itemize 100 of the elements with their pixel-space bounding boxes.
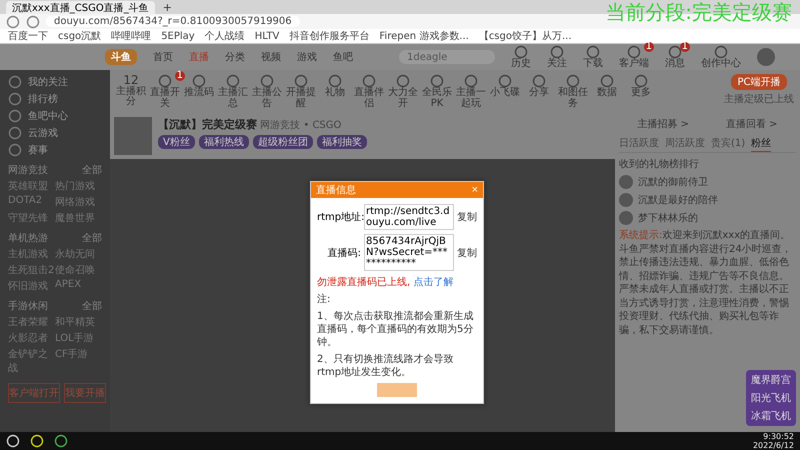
nav-link[interactable]: 直播 [189, 50, 209, 64]
bookmark[interactable]: 【csgo饺子】从万... [478, 29, 572, 43]
bookmark[interactable]: 哔哩哔哩 [111, 29, 152, 43]
browser-tab[interactable]: 沉默xxx直播_CSGO直播_斗鱼 [6, 1, 155, 14]
game-link[interactable]: 热门游戏 [55, 179, 102, 193]
game-link[interactable]: 和平精英 [55, 315, 102, 329]
sidebar-button[interactable]: 客户端打开 [8, 383, 60, 403]
more-link[interactable]: 全部 [82, 163, 102, 177]
game-link[interactable]: 金铲铲之战 [8, 347, 55, 375]
tool-label[interactable]: 全民乐PK [422, 88, 452, 109]
bookmark[interactable]: 抖音创作服务平台 [289, 29, 370, 43]
close-button[interactable]: × [472, 183, 478, 197]
field-label: rtmp地址: [317, 210, 361, 224]
sidebar-item[interactable]: 赛事 [28, 142, 48, 156]
tool-label[interactable]: 大力全开 [388, 88, 418, 109]
rank-tab[interactable]: 粉丝 [751, 135, 772, 152]
bookmark[interactable]: csgo沉默 [58, 29, 102, 43]
sidebar-item[interactable]: 鱼吧中心 [28, 108, 68, 122]
tool-label[interactable]: 直播开关 [150, 88, 180, 109]
bookmark[interactable]: 个人战绩 [204, 29, 245, 43]
copy-link[interactable]: 复制 [457, 210, 477, 224]
site-logo[interactable]: 斗鱼 [105, 49, 137, 65]
room-tag[interactable]: 超级粉丝团 [252, 135, 313, 149]
nav-link[interactable]: 游戏 [297, 50, 317, 64]
section-title: 网游竞技 [8, 164, 48, 177]
game-link[interactable]: 英雄联盟 [8, 179, 55, 193]
game-link[interactable]: CF手游 [55, 347, 102, 375]
nav-link[interactable]: 鱼吧 [333, 50, 353, 64]
input-field[interactable]: rtmp://sendtc3.douyu.com/live [364, 204, 454, 230]
sidebar-item[interactable]: 我的关注 [28, 74, 68, 88]
copy-link[interactable]: 复制 [457, 246, 477, 260]
rank-tab[interactable]: 周活跃度 [665, 135, 705, 152]
room-tag[interactable]: V粉丝 [158, 135, 195, 149]
room-thumbnail [114, 117, 152, 155]
start-stream-button[interactable]: PC端开播 [731, 74, 786, 90]
panel-link[interactable]: 直播回看 > [726, 117, 778, 131]
section-title: 手游休闲 [8, 300, 48, 313]
tool-label[interactable]: 直播伴侣 [354, 88, 384, 109]
room-category: 网游竞技 • CSGO [260, 120, 342, 131]
game-link[interactable]: 守望先锋 [8, 211, 55, 225]
bookmark[interactable]: Firepen 游戏参数... [379, 29, 469, 43]
sidebar-item[interactable]: 云游戏 [28, 126, 58, 140]
tool-label[interactable]: 更多 [631, 88, 651, 98]
rank-tab[interactable]: 贵宾(1) [711, 135, 746, 152]
tool-label[interactable]: 主播一起玩 [456, 88, 486, 109]
game-link[interactable]: 主机游戏 [8, 247, 55, 261]
avatar[interactable] [757, 48, 775, 66]
nav-link[interactable]: 分类 [225, 50, 245, 64]
tool-label[interactable]: 历史 [511, 59, 531, 69]
tool-label[interactable]: 主播汇总 [218, 88, 248, 109]
game-link[interactable]: 王者荣耀 [8, 315, 55, 329]
learn-more-link[interactable]: 点击了解 [413, 277, 454, 288]
tool-label[interactable]: 数据 [597, 88, 617, 98]
nav-link[interactable]: 首页 [153, 50, 173, 64]
bookmark[interactable]: 百度一下 [8, 29, 48, 43]
bookmark[interactable]: HLTV [254, 30, 280, 42]
bookmark[interactable]: 5EPlay [161, 30, 195, 42]
game-link[interactable]: LOL手游 [55, 331, 102, 345]
tool-label[interactable]: 消息 [665, 59, 685, 69]
tool-label[interactable]: 开播提醒 [286, 88, 316, 109]
tool-label[interactable]: 主播公告 [252, 88, 282, 109]
game-link[interactable]: 网络游戏 [55, 195, 102, 209]
tool-label[interactable]: 下载 [583, 59, 603, 69]
game-link[interactable]: 生死狙击2 [8, 263, 55, 277]
game-link[interactable]: APEX [55, 279, 102, 293]
rank-tab[interactable]: 日活跃度 [619, 135, 659, 152]
sidebar-button[interactable]: 我要开播 [64, 383, 106, 403]
new-tab-button[interactable]: + [158, 1, 176, 14]
field-label: 直播码: [326, 246, 361, 260]
search-field[interactable]: 1deagle [399, 50, 495, 64]
tool-label[interactable]: 推流码 [184, 88, 214, 98]
game-link[interactable]: DOTA2 [8, 195, 55, 209]
more-link[interactable]: 全部 [82, 299, 102, 313]
game-link[interactable]: 怀旧游戏 [8, 279, 55, 293]
tool-label[interactable]: 礼物 [325, 88, 345, 98]
tool-label[interactable]: 创作中心 [701, 59, 741, 69]
room-tag[interactable]: 福利抽奖 [316, 135, 367, 149]
more-link[interactable]: 全部 [82, 231, 102, 245]
nav-link[interactable]: 视频 [261, 50, 281, 64]
game-link[interactable]: 火影忍者 [8, 331, 55, 345]
section-title: 单机热游 [8, 232, 48, 245]
score-value: 12 [123, 74, 139, 87]
room-tag[interactable]: 福利热线 [198, 135, 249, 149]
tool-label[interactable]: 关注 [547, 59, 567, 69]
game-link[interactable]: 永劫无间 [55, 247, 102, 261]
game-link[interactable]: 使命召唤 [55, 263, 102, 277]
promo-banner[interactable]: 魔界爵宫 阳光飞机 冰霜飞机 [746, 370, 796, 426]
promo-item[interactable]: 阳光飞机 [751, 391, 791, 405]
game-link[interactable]: 魔兽世界 [55, 211, 102, 225]
input-field[interactable]: 8567434rAjrQjBN?wsSecret=************* [364, 234, 454, 271]
promo-item[interactable]: 冰霜飞机 [751, 409, 791, 423]
tool-label[interactable]: 分享 [529, 88, 549, 98]
tool-label[interactable]: 和图任务 [558, 88, 588, 109]
address-bar[interactable]: douyu.com/8567434?_r=0.8100930057919906 [46, 16, 300, 27]
sidebar-item[interactable]: 排行榜 [28, 92, 58, 106]
tool-label[interactable]: 客户端 [619, 59, 649, 69]
panel-link[interactable]: 主播招募 > [637, 117, 690, 131]
rank-name: 沉默的御前侍卫 [638, 176, 708, 189]
tool-label[interactable]: 小飞碟 [490, 88, 520, 98]
rank-title: 收到的礼物榜排行 [619, 158, 700, 171]
